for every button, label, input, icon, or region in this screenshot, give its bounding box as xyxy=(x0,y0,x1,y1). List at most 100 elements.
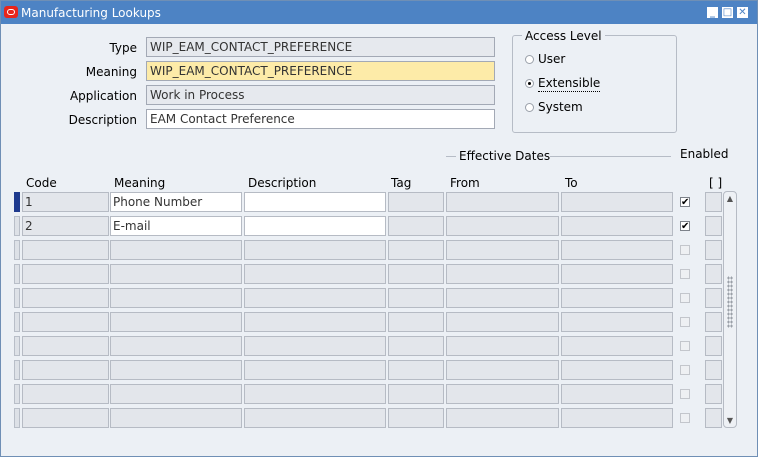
code-cell[interactable] xyxy=(22,336,109,356)
enabled-checkbox[interactable] xyxy=(680,389,690,399)
from-cell[interactable] xyxy=(446,360,559,380)
meaning-cell[interactable] xyxy=(110,336,242,356)
to-cell[interactable] xyxy=(561,312,673,332)
enabled-checkbox[interactable] xyxy=(680,269,690,279)
row-context-field[interactable] xyxy=(705,240,722,260)
to-cell[interactable] xyxy=(561,360,673,380)
record-indicator[interactable] xyxy=(14,312,20,332)
to-cell[interactable] xyxy=(561,192,673,212)
row-context-field[interactable] xyxy=(705,312,722,332)
current-record-indicator[interactable] xyxy=(14,192,20,212)
maximize-icon[interactable]: □ xyxy=(722,7,733,18)
close-icon[interactable]: ✕ xyxy=(737,7,748,18)
enabled-checkbox[interactable] xyxy=(680,341,690,351)
description-cell[interactable] xyxy=(244,384,386,404)
record-indicator[interactable] xyxy=(14,288,20,308)
enabled-checkbox[interactable] xyxy=(680,245,690,255)
code-cell[interactable]: 2 xyxy=(22,216,109,236)
code-cell[interactable] xyxy=(22,408,109,428)
meaning-cell[interactable] xyxy=(110,312,242,332)
description-cell[interactable] xyxy=(244,192,386,212)
from-cell[interactable] xyxy=(446,264,559,284)
to-cell[interactable] xyxy=(561,384,673,404)
to-cell[interactable] xyxy=(561,336,673,356)
row-context-field[interactable] xyxy=(705,360,722,380)
access-extensible-radio[interactable]: Extensible xyxy=(525,75,645,93)
to-cell[interactable] xyxy=(561,240,673,260)
scroll-up-icon[interactable]: ▲ xyxy=(724,194,736,203)
from-cell[interactable] xyxy=(446,384,559,404)
row-context-field[interactable] xyxy=(705,336,722,356)
meaning-cell[interactable] xyxy=(110,264,242,284)
tag-cell[interactable] xyxy=(388,288,444,308)
from-cell[interactable] xyxy=(446,192,559,212)
tag-cell[interactable] xyxy=(388,312,444,332)
application-field[interactable]: Work in Process xyxy=(146,85,495,105)
row-context-field[interactable] xyxy=(705,216,722,236)
from-cell[interactable] xyxy=(446,408,559,428)
record-indicator[interactable] xyxy=(14,408,20,428)
row-context-field[interactable] xyxy=(705,384,722,404)
from-cell[interactable] xyxy=(446,288,559,308)
scroll-grip-icon[interactable] xyxy=(727,276,733,328)
enabled-checkbox[interactable]: ✔ xyxy=(680,197,690,208)
meaning-cell[interactable] xyxy=(110,288,242,308)
minimize-icon[interactable]: _ xyxy=(707,7,718,18)
description-cell[interactable] xyxy=(244,240,386,260)
tag-cell[interactable] xyxy=(388,408,444,428)
row-context-field[interactable] xyxy=(705,408,722,428)
vertical-scrollbar[interactable]: ▲ ▼ xyxy=(723,191,737,428)
from-cell[interactable] xyxy=(446,216,559,236)
to-cell[interactable] xyxy=(561,264,673,284)
code-cell[interactable] xyxy=(22,312,109,332)
description-cell[interactable] xyxy=(244,264,386,284)
code-cell[interactable] xyxy=(22,360,109,380)
meaning-field[interactable]: WIP_EAM_CONTACT_PREFERENCE xyxy=(146,61,495,81)
row-context-field[interactable] xyxy=(705,288,722,308)
description-cell[interactable] xyxy=(244,360,386,380)
from-cell[interactable] xyxy=(446,336,559,356)
record-indicator[interactable] xyxy=(14,384,20,404)
type-field[interactable]: WIP_EAM_CONTACT_PREFERENCE xyxy=(146,37,495,57)
record-indicator[interactable] xyxy=(14,240,20,260)
description-cell[interactable] xyxy=(244,408,386,428)
tag-cell[interactable] xyxy=(388,216,444,236)
meaning-cell[interactable] xyxy=(110,240,242,260)
code-cell[interactable]: 1 xyxy=(22,192,109,212)
record-indicator[interactable] xyxy=(14,264,20,284)
tag-cell[interactable] xyxy=(388,336,444,356)
code-cell[interactable] xyxy=(22,384,109,404)
from-cell[interactable] xyxy=(446,312,559,332)
scroll-down-icon[interactable]: ▼ xyxy=(724,416,736,425)
enabled-checkbox[interactable]: ✔ xyxy=(680,221,690,232)
tag-cell[interactable] xyxy=(388,264,444,284)
record-indicator[interactable] xyxy=(14,336,20,356)
tag-cell[interactable] xyxy=(388,192,444,212)
meaning-cell[interactable] xyxy=(110,384,242,404)
description-cell[interactable] xyxy=(244,312,386,332)
tag-cell[interactable] xyxy=(388,384,444,404)
meaning-cell[interactable]: Phone Number xyxy=(110,192,242,212)
meaning-cell[interactable] xyxy=(110,360,242,380)
to-cell[interactable] xyxy=(561,288,673,308)
code-cell[interactable] xyxy=(22,288,109,308)
code-cell[interactable] xyxy=(22,240,109,260)
description-cell[interactable] xyxy=(244,216,386,236)
enabled-checkbox[interactable] xyxy=(680,317,690,327)
enabled-checkbox[interactable] xyxy=(680,293,690,303)
meaning-cell[interactable] xyxy=(110,408,242,428)
code-cell[interactable] xyxy=(22,264,109,284)
to-cell[interactable] xyxy=(561,216,673,236)
from-cell[interactable] xyxy=(446,240,559,260)
record-indicator[interactable] xyxy=(14,360,20,380)
description-cell[interactable] xyxy=(244,288,386,308)
tag-cell[interactable] xyxy=(388,240,444,260)
record-indicator[interactable] xyxy=(14,216,20,236)
description-cell[interactable] xyxy=(244,336,386,356)
to-cell[interactable] xyxy=(561,408,673,428)
enabled-checkbox[interactable] xyxy=(680,365,690,375)
tag-cell[interactable] xyxy=(388,360,444,380)
row-context-field[interactable] xyxy=(705,192,722,212)
description-field[interactable]: EAM Contact Preference xyxy=(146,109,495,129)
row-context-field[interactable] xyxy=(705,264,722,284)
